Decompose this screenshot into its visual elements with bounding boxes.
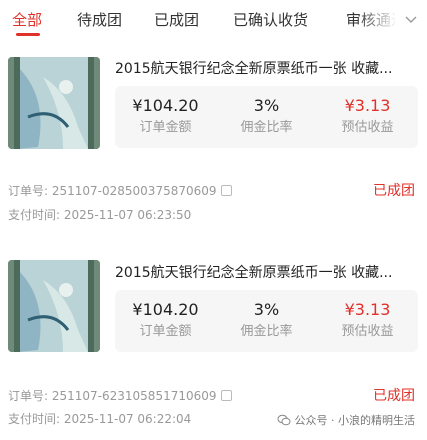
order-status-tabs: 全部 待成团 已成团 已确认收货 审核通过 (0, 0, 427, 38)
tabs-expand-button[interactable] (395, 0, 427, 38)
estimated-income-value: ¥3.13 (344, 300, 391, 319)
order-status: 已成团 (373, 183, 415, 199)
active-tab-indicator (16, 33, 40, 36)
estimated-income-label: 预估收益 (341, 324, 394, 339)
estimated-income: ¥3.13 预估收益 (317, 290, 418, 352)
order-status: 已成团 (373, 388, 415, 404)
tabs-fade (357, 0, 397, 38)
tab-pending-group[interactable]: 待成团 (77, 9, 122, 30)
commission-rate-value: 3% (253, 300, 280, 319)
order-amount-value: ¥104.20 (132, 96, 199, 115)
copy-icon[interactable] (220, 185, 232, 196)
commission-rate-value: 3% (253, 96, 280, 115)
commission-rate: 3% 佣金比率 (216, 290, 317, 352)
commission-rate-label: 佣金比率 (240, 324, 293, 339)
order-amount: ¥104.20 订单金额 (115, 290, 216, 352)
order-amount-label: 订单金额 (139, 324, 192, 339)
tab-grouped[interactable]: 已成团 (154, 9, 199, 30)
wechat-icon (277, 414, 290, 426)
pay-time: 支付时间: 2025-11-07 06:22:04 (8, 412, 192, 426)
chevron-down-icon (405, 16, 417, 23)
watermark-text: 公众号 · 小浪的精明生活 (294, 414, 416, 427)
estimated-income-value: ¥3.13 (344, 96, 391, 115)
product-thumbnail[interactable] (8, 57, 100, 149)
pay-time: 支付时间: 2025-11-07 06:23:50 (8, 208, 192, 222)
banknote-image (8, 260, 100, 352)
watermark: 公众号 · 小浪的精明生活 (276, 412, 416, 428)
product-title[interactable]: 2015航天银行纪念全新原票纸币一张 收藏... (115, 58, 415, 78)
banknote-image (8, 57, 100, 149)
tab-confirmed-receipt[interactable]: 已确认收货 (233, 9, 308, 30)
order-stats: ¥104.20 订单金额 3% 佣金比率 ¥3.13 预估收益 (115, 86, 418, 148)
commission-rate: 3% 佣金比率 (216, 86, 317, 148)
order-number: 订单号: 251107-028500375870609 (8, 184, 217, 198)
estimated-income: ¥3.13 预估收益 (317, 86, 418, 148)
order-amount-value: ¥104.20 (132, 300, 199, 319)
copy-icon[interactable] (220, 390, 232, 401)
tab-all[interactable]: 全部 (12, 9, 42, 30)
order-stats: ¥104.20 订单金额 3% 佣金比率 ¥3.13 预估收益 (115, 290, 418, 352)
order-number: 订单号: 251107-623105851710609 (8, 389, 217, 403)
order-number-row: 订单号: 251107-623105851710609 (8, 387, 232, 404)
commission-rate-label: 佣金比率 (240, 120, 293, 135)
order-amount: ¥104.20 订单金额 (115, 86, 216, 148)
order-amount-label: 订单金额 (139, 120, 192, 135)
product-thumbnail[interactable] (8, 260, 100, 352)
product-title[interactable]: 2015航天银行纪念全新原票纸币一张 收藏... (115, 262, 415, 282)
estimated-income-label: 预估收益 (341, 120, 394, 135)
order-number-row: 订单号: 251107-028500375870609 (8, 182, 232, 199)
